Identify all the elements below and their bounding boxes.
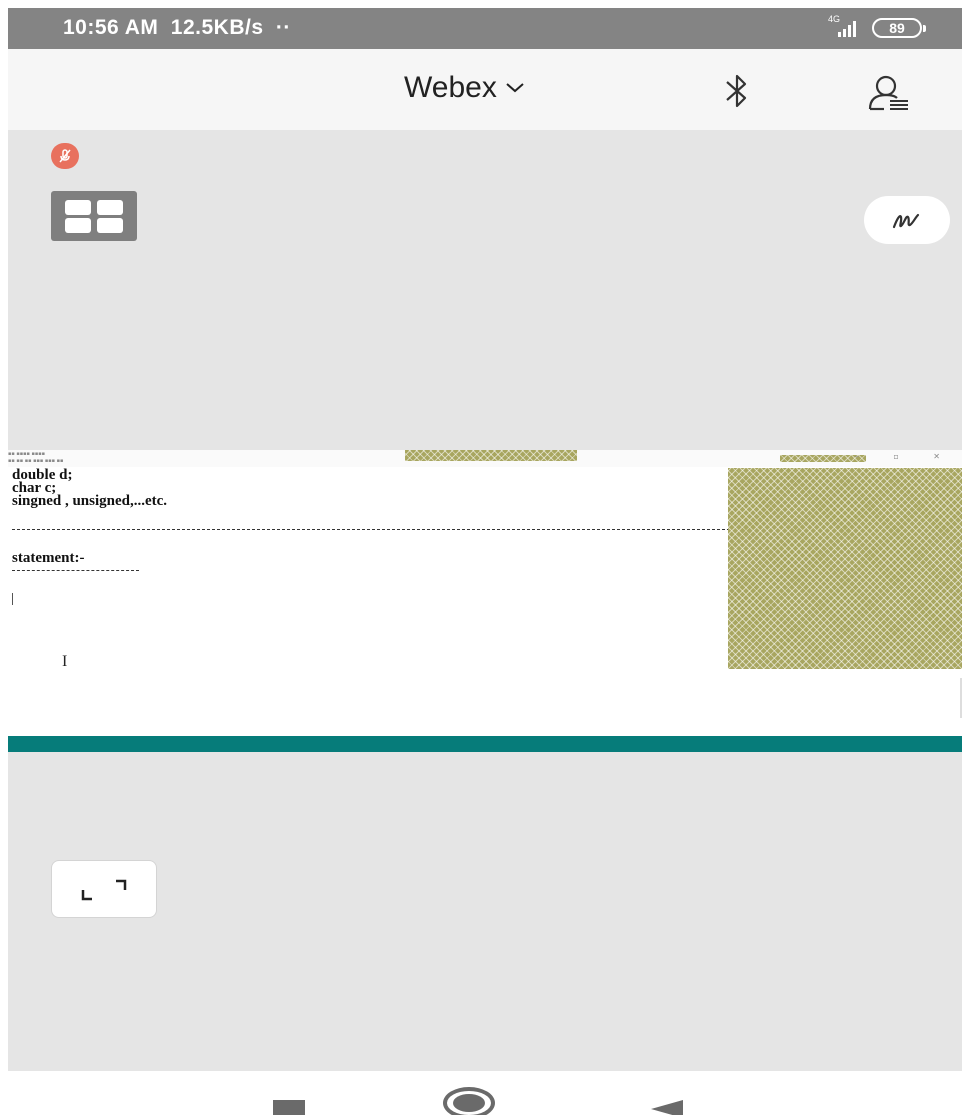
code-line-3: singned , unsigned,...etc. — [12, 493, 168, 509]
ibeam-cursor: I — [62, 653, 68, 670]
fullscreen-button[interactable] — [51, 860, 157, 918]
redacted-strip — [405, 450, 577, 461]
shared-screen[interactable]: ▪▪ ▪▪▪▪ ▪▪▪▪ ▪▪ ▪▪ ▪▪ ▪▪▪ ▪▪▪ ▪▪ – ▫ ✕ d… — [8, 450, 962, 736]
header-title: Webex — [404, 71, 497, 104]
meeting-title-dropdown[interactable]: Webex — [404, 71, 525, 105]
expand-icon — [81, 879, 127, 901]
back-icon[interactable] — [651, 1100, 683, 1115]
window-title-fragment: ▪▪ ▪▪▪▪ ▪▪▪▪ — [8, 451, 46, 457]
status-time: 10:56 AM 12.5KB/s ·· — [63, 16, 291, 40]
battery-level: 89 — [889, 20, 905, 36]
annotate-button[interactable] — [864, 196, 950, 244]
status-indicators: 4G 89 — [828, 15, 926, 39]
text-cursor — [12, 593, 13, 605]
window-controls: – ▫ ✕ — [854, 452, 956, 461]
bluetooth-icon[interactable] — [722, 73, 752, 109]
network-speed: 12.5KB/s — [170, 16, 264, 39]
home-icon[interactable] — [443, 1087, 495, 1115]
status-bar: 10:56 AM 12.5KB/s ·· 4G 89 — [8, 8, 962, 49]
participants-icon[interactable] — [866, 73, 910, 113]
annotate-pen-icon — [892, 213, 920, 229]
clock: 10:56 AM — [63, 16, 159, 39]
redacted-strip-small — [780, 455, 866, 462]
system-nav-bar — [8, 1071, 962, 1115]
shared-window-titlebar: ▪▪ ▪▪▪▪ ▪▪▪▪ ▪▪ ▪▪ ▪▪ ▪▪▪ ▪▪▪ ▪▪ – ▫ ✕ — [8, 450, 962, 467]
muted-mic-icon — [51, 143, 79, 169]
battery-icon: 89 — [872, 18, 926, 38]
statement-underline — [12, 570, 139, 571]
app-header: Webex — [8, 49, 962, 130]
chevron-down-icon — [506, 83, 524, 93]
grid-layout-button[interactable] — [51, 191, 137, 241]
meeting-video-area — [8, 130, 962, 450]
meeting-bottom-area — [8, 752, 962, 1071]
notification-dots: ·· — [275, 16, 291, 39]
statement-heading: statement:- — [12, 550, 85, 566]
share-divider-bar — [8, 736, 962, 752]
recents-icon[interactable] — [273, 1100, 305, 1115]
divider-dashed — [12, 529, 730, 530]
signal-icon: 4G — [828, 15, 862, 39]
window-menu-fragment: ▪▪ ▪▪ ▪▪ ▪▪▪ ▪▪▪ ▪▪ — [8, 458, 64, 464]
redacted-panel — [728, 468, 962, 669]
